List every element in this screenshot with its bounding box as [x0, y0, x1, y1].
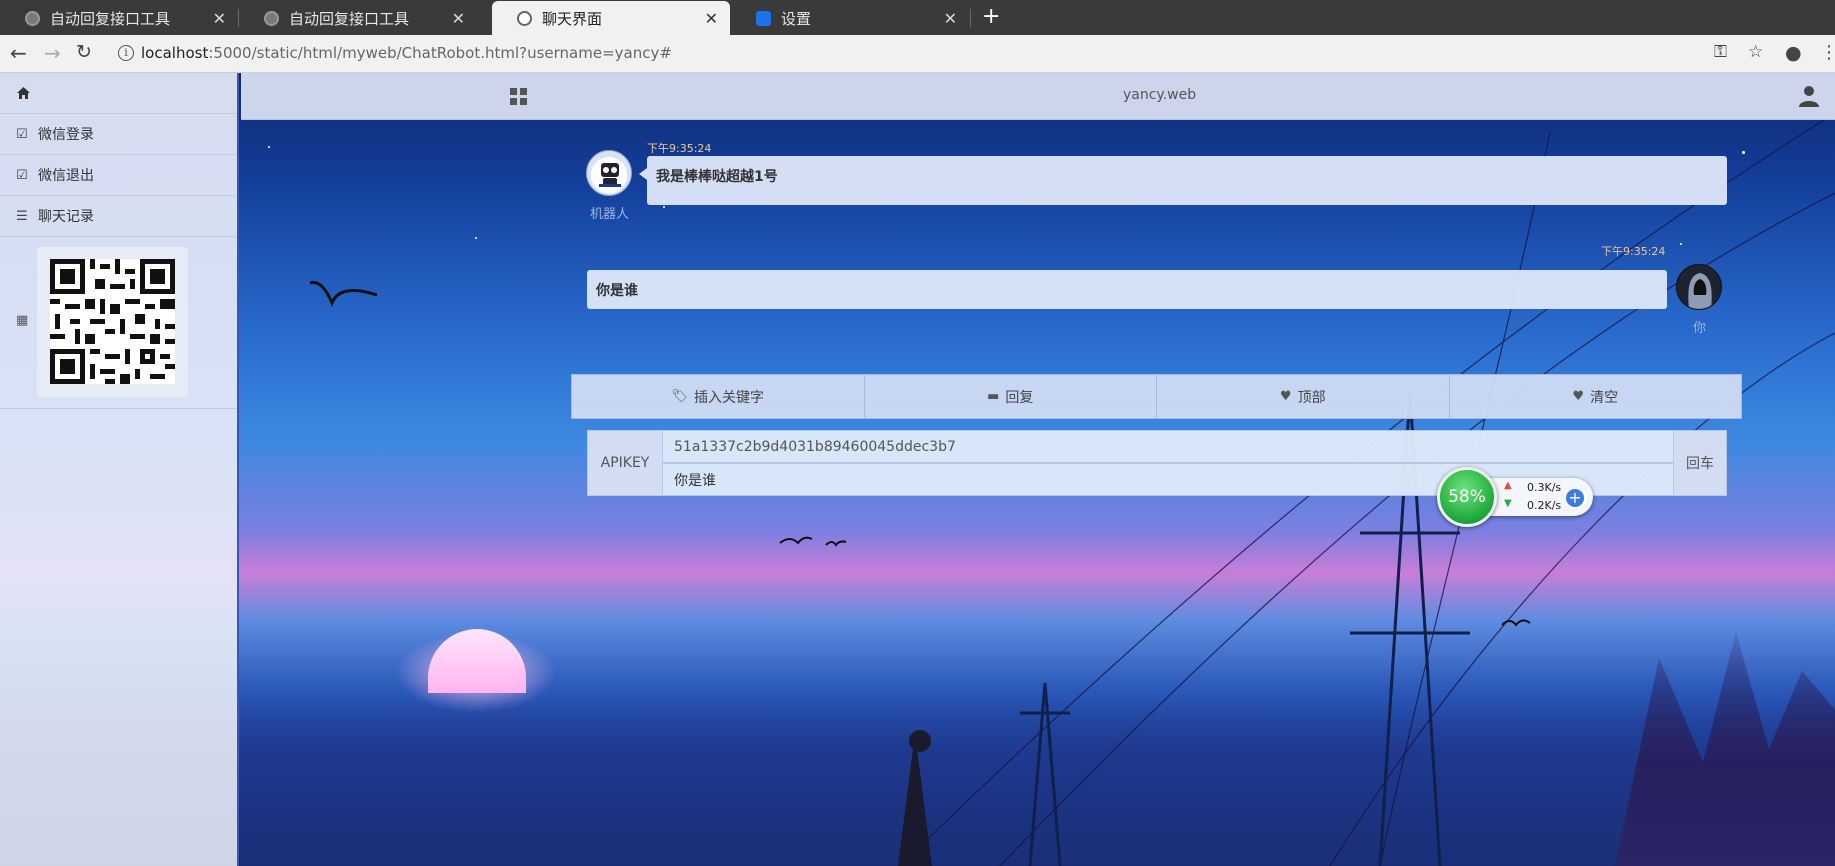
tab-label: 设置: [781, 9, 812, 28]
url-path: :5000/static/html/myweb/ChatRobot.html?u…: [208, 44, 672, 62]
brand-title[interactable]: yancy.web: [1123, 87, 1196, 103]
reply-button[interactable]: ▬ 回复: [865, 375, 1157, 418]
robot-icon: [599, 163, 621, 187]
tab-label: 聊天界面: [542, 9, 603, 28]
top-button[interactable]: ♥ 顶部: [1157, 375, 1450, 418]
url-field[interactable]: localhost:5000/static/html/myweb/ChatRob…: [141, 44, 672, 62]
button-label: 插入关键字: [694, 389, 764, 406]
tags-icon: 🏷: [671, 389, 688, 404]
forward-arrow-icon[interactable]: →: [44, 41, 61, 65]
sidebar-qrcode-section: ▦: [0, 237, 237, 409]
close-icon[interactable]: ✕: [705, 9, 718, 28]
tab-label: 自动回复接口工具: [289, 9, 410, 28]
account-icon[interactable]: ●: [1785, 42, 1802, 64]
browser-tab[interactable]: 自动回复接口工具 ✕: [0, 1, 238, 35]
edit-icon: ☑: [16, 126, 28, 142]
info-icon[interactable]: i: [118, 45, 134, 61]
sidebar-item-label: 微信登录: [38, 127, 94, 143]
page-content: ☑ 微信登录 ☑ 微信退出 ☰ 聊天记录 ▦ yancy.web 下午9:35:…: [0, 73, 1835, 866]
message-timestamp: 下午9:35:24: [647, 142, 712, 155]
tab-divider: [970, 9, 971, 27]
address-bar: ← → ↻ i localhost:5000/static/html/myweb…: [0, 35, 1835, 73]
network-speed-widget[interactable]: 58% ▲ 0.3K/s ▼ 0.2K/s +: [1437, 467, 1595, 527]
apikey-input[interactable]: [663, 430, 1674, 463]
download-arrow-icon: ▼: [1504, 498, 1512, 509]
sender-name: 你: [1693, 321, 1707, 336]
star-decoration: [475, 237, 477, 239]
back-arrow-icon[interactable]: ←: [10, 41, 27, 65]
sender-name: 机器人: [590, 207, 630, 222]
key-icon[interactable]: ⚿: [1714, 42, 1727, 62]
gear-icon: [756, 11, 771, 26]
star-decoration: [663, 206, 665, 208]
new-tab-button[interactable]: +: [982, 4, 1000, 29]
sidebar-item-label: 聊天记录: [38, 209, 94, 225]
table-icon: ▦: [16, 313, 29, 328]
close-icon[interactable]: ✕: [213, 9, 226, 28]
heart-icon: ♥: [1572, 389, 1585, 404]
download-speed: 0.2K/s: [1527, 499, 1562, 512]
upload-speed: 0.3K/s: [1527, 481, 1562, 494]
edit-icon: ☑: [16, 167, 28, 183]
browser-tab-strip: 自动回复接口工具 ✕ 自动回复接口工具 ✕ 聊天界面 ✕ 设置 ✕ +: [0, 0, 1835, 35]
message-timestamp: 下午9:35:24: [1601, 245, 1666, 258]
list-icon: ☰: [16, 208, 28, 224]
reload-icon[interactable]: ↻: [76, 41, 92, 63]
enter-button[interactable]: 回车: [1674, 430, 1727, 496]
message-bubble: 我是棒棒哒超越1号: [639, 156, 1727, 205]
star-decoration: [1742, 151, 1745, 154]
sidebar: ☑ 微信登录 ☑ 微信退出 ☰ 聊天记录 ▦: [0, 73, 239, 866]
button-label: 顶部: [1297, 389, 1326, 406]
apikey-label: APIKEY: [587, 430, 663, 496]
usage-percent: 58%: [1437, 467, 1497, 527]
globe-icon: [517, 11, 532, 26]
insert-keyword-button[interactable]: 🏷 插入关键字: [572, 375, 865, 418]
grid-icon[interactable]: [510, 88, 528, 106]
tab-label: 自动回复接口工具: [50, 9, 171, 28]
qrcode: [50, 259, 175, 384]
sidebar-item-label: 微信退出: [38, 168, 94, 184]
star-icon[interactable]: ☆: [1748, 42, 1763, 62]
heart-icon: ♥: [1279, 389, 1292, 404]
button-label: 清空: [1590, 389, 1619, 406]
top-navbar: yancy.web: [241, 73, 1835, 120]
robot-avatar: [586, 150, 632, 196]
browser-tab[interactable]: 自动回复接口工具 ✕: [239, 1, 477, 35]
close-icon[interactable]: ✕: [452, 9, 465, 28]
menu-icon[interactable]: ⋮: [1820, 42, 1835, 63]
browser-tab-active[interactable]: 聊天界面 ✕: [492, 1, 730, 35]
qrcode-image: [37, 247, 188, 397]
comment-icon: ▬: [987, 389, 1000, 404]
user-avatar: [1676, 264, 1722, 310]
home-icon: [17, 87, 30, 99]
user-icon[interactable]: [1799, 85, 1819, 107]
star-decoration: [268, 146, 270, 148]
plus-icon[interactable]: +: [1564, 487, 1586, 509]
upload-arrow-icon: ▲: [1504, 480, 1512, 491]
close-icon[interactable]: ✕: [944, 9, 957, 28]
button-label: 回复: [1005, 389, 1034, 406]
message-bubble: 你是谁: [587, 270, 1667, 309]
clear-button[interactable]: ♥ 清空: [1450, 375, 1742, 418]
browser-tab[interactable]: 设置 ✕: [731, 1, 969, 35]
url-host: localhost: [141, 44, 209, 62]
globe-icon: [25, 11, 40, 26]
globe-icon: [264, 11, 279, 26]
sidebar-item-chat-history[interactable]: ☰ 聊天记录: [0, 196, 237, 237]
hooded-figure-icon: [1688, 273, 1712, 309]
sidebar-item-wechat-logout[interactable]: ☑ 微信退出: [0, 155, 237, 196]
action-toolbar: 🏷 插入关键字 ▬ 回复 ♥ 顶部 ♥ 清空: [571, 374, 1742, 419]
sidebar-home[interactable]: [0, 73, 237, 114]
sidebar-item-wechat-login[interactable]: ☑ 微信登录: [0, 114, 237, 155]
star-decoration: [1680, 243, 1682, 245]
